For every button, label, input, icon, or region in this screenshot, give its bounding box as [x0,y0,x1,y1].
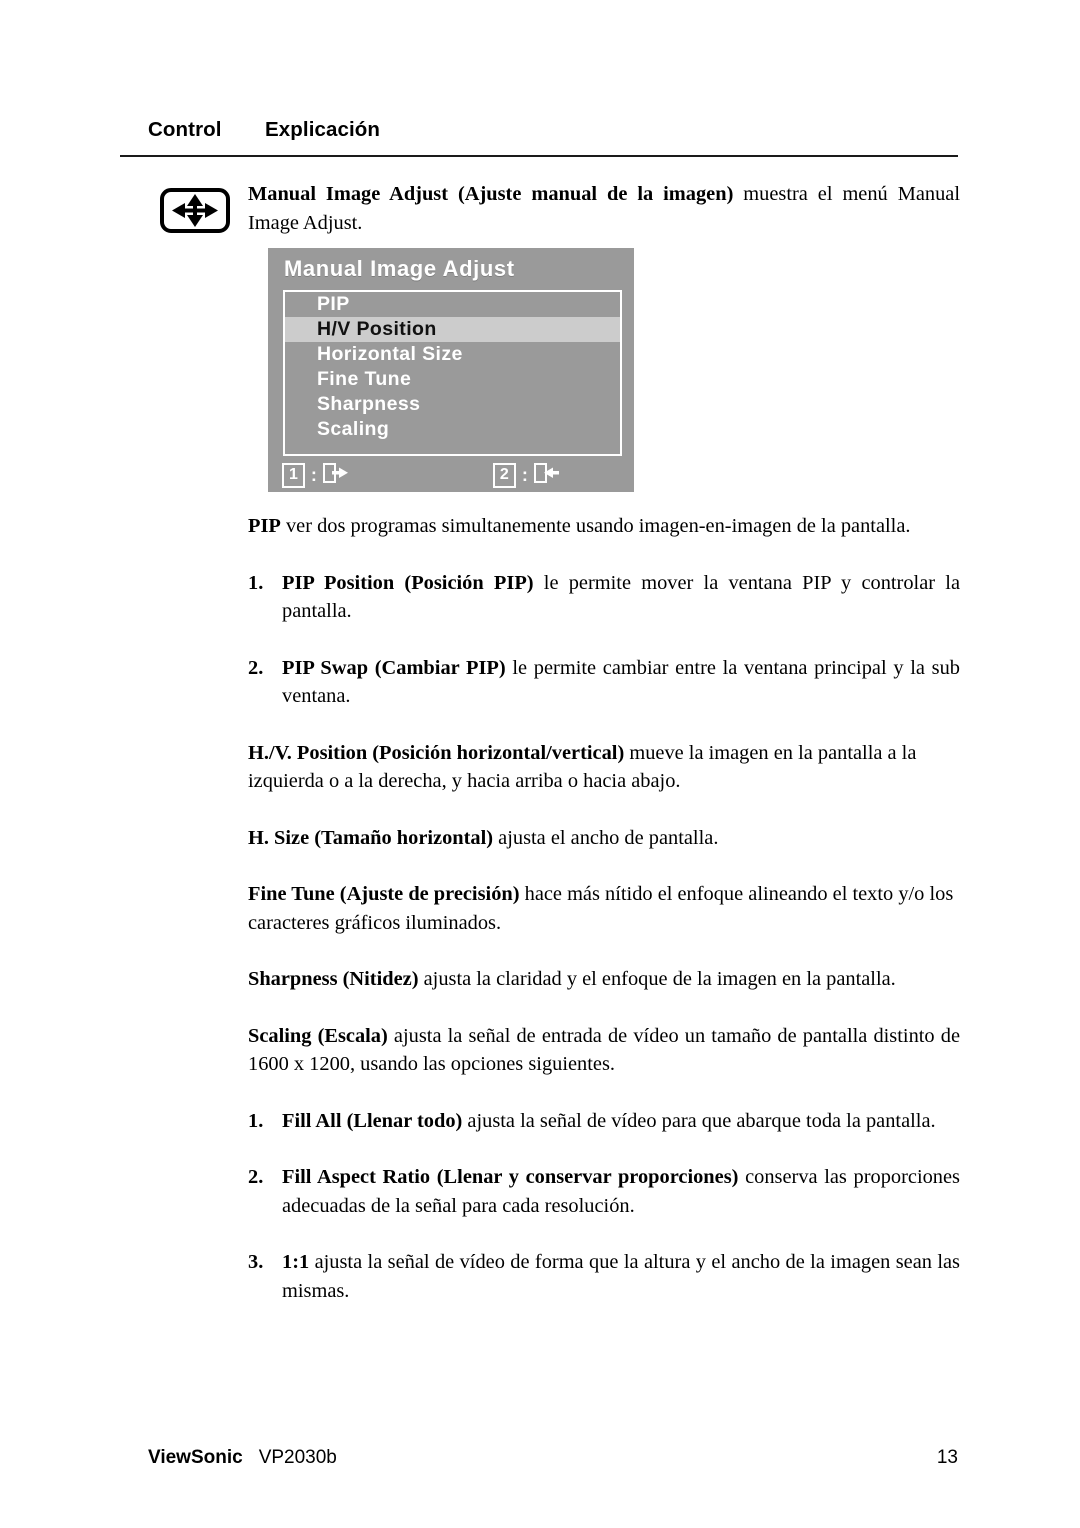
section-fill-aspect-ratio: 2. Fill Aspect Ratio (Llenar y conservar … [248,1163,960,1220]
section-sharpness: Sharpness (Nitidez) ajusta la claridad y… [248,965,960,994]
header-divider [120,155,958,157]
section-pip-position: 1. PIP Position (Posición PIP) le permite… [248,569,960,626]
section-pip-text: ver dos programas simultanemente usando … [280,515,911,537]
section-one-to-one-bold: 1:1 [282,1251,310,1273]
section-pip-position-number: 1. [248,571,264,594]
osd-key-1-label: 1 [282,462,305,488]
osd-item-pip[interactable]: PIP [285,292,620,317]
osd-item-scaling[interactable]: Scaling [285,417,620,442]
osd-item-sharpness[interactable]: Sharpness [285,392,620,417]
osd-key-hint-2: 2 : [492,462,560,489]
section-h-size-text: ajusta el ancho de pantalla. [493,826,719,849]
section-fill-aspect-ratio-bold: Fill Aspect Ratio (Llenar y conservar pr… [282,1166,739,1188]
explanation-column-continued: PIP ver dos programas simultanemente usa… [248,512,960,1305]
footer-model: VP2030b [258,1447,337,1468]
section-hv-position-bold: H./V. Position (Posición horizontal/vert… [248,741,625,764]
section-one-to-one-text: ajusta la señal de vídeo de forma que la… [282,1251,960,1302]
osd-key-2-label: 2 [492,462,516,488]
osd-key-hint-1: 1 : [282,462,349,489]
section-h-size: H. Size (Tamaño horizontal) ajusta el an… [248,824,960,853]
osd-menu-screenshot: Manual Image Adjust PIP H/V Position Hor… [268,248,634,492]
osd-title: Manual Image Adjust [284,256,515,281]
section-fill-all: 1. Fill All (Llenar todo) ajusta la señal… [248,1107,960,1136]
osd-item-hv-position[interactable]: H/V Position [285,317,620,342]
section-pip-swap-bold: PIP Swap (Cambiar PIP) [282,656,506,679]
osd-item-fine-tune[interactable]: Fine Tune [285,367,620,392]
section-pip-position-bold: PIP Position (Posición PIP) [282,571,534,594]
osd-key-1-colon: : [310,464,317,485]
section-hv-position: H./V. Position (Posición horizontal/vert… [248,739,960,796]
footer-brand: ViewSonic [148,1447,243,1468]
explanation-column: Manual Image Adjust (Ajuste manual de la… [248,180,960,237]
section-one-to-one: 3. 1:1 ajusta la señal de vídeo de forma … [248,1248,960,1305]
footer-page-number: 13 [936,1447,958,1468]
exit-right-arrow-icon [322,462,349,489]
four-way-navigation-icon [159,187,231,234]
osd-item-horizontal-size[interactable]: Horizontal Size [285,342,620,367]
column-header-control: Control [148,118,222,141]
section-pip-swap-number: 2. [248,656,264,679]
section-pip: PIP ver dos programas simultanemente usa… [248,512,960,541]
section-fine-tune-bold: Fine Tune (Ajuste de precisión) [248,883,520,905]
section-h-size-bold: H. Size (Tamaño horizontal) [248,826,494,849]
osd-key-2-colon: : [521,464,528,485]
exit-left-arrow-icon [533,462,560,489]
intro-bold-lead: Manual Image Adjust (Ajuste manual de la… [248,183,734,205]
osd-item-list: PIP H/V Position Horizontal Size Fine Tu… [283,290,622,456]
section-pip-swap: 2. PIP Swap (Cambiar PIP) le permite camb… [248,654,960,711]
column-headers: Control Explicación [148,118,958,142]
section-scaling-bold: Scaling (Escala) [248,1024,388,1047]
section-scaling: Scaling (Escala) ajusta la señal de entr… [248,1022,960,1079]
section-fill-all-text: ajusta la señal de vídeo para que abarqu… [462,1109,936,1132]
section-sharpness-bold: Sharpness (Nitidez) [248,968,419,990]
section-sharpness-text: ajusta la claridad y el enfoque de la im… [418,968,896,990]
section-pip-bold: PIP [248,515,281,537]
section-fine-tune: Fine Tune (Ajuste de precisión) hace más… [248,880,960,937]
section-fill-aspect-ratio-number: 2. [248,1166,264,1188]
section-one-to-one-number: 3. [248,1251,264,1273]
section-fill-all-bold: Fill All (Llenar todo) [282,1109,463,1132]
osd-footer-hints: 1 : 2 : [282,462,622,488]
page-footer: ViewSonic VP2030b 13 [148,1447,958,1469]
column-header-explicacion: Explicación [265,118,381,141]
section-fill-all-number: 1. [248,1109,264,1132]
intro-paragraph: Manual Image Adjust (Ajuste manual de la… [248,180,960,237]
manual-page: Control Explicación Manual Image Adjust … [0,0,1080,1528]
